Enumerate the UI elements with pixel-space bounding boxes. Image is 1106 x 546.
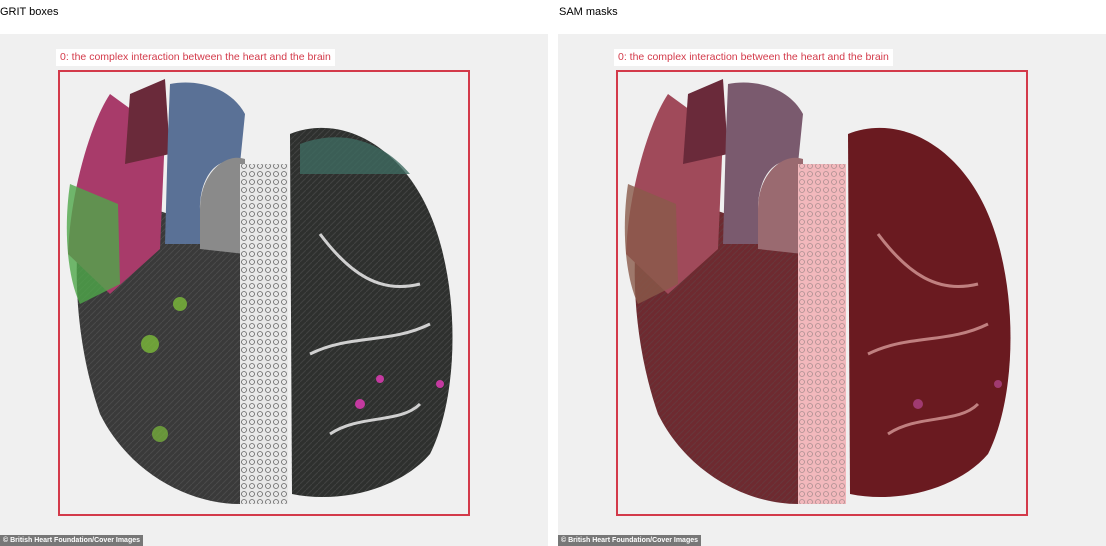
detection-box: [58, 70, 470, 516]
sam-panel-title: SAM masks: [559, 6, 618, 18]
image-credit: © British Heart Foundation/Cover Images: [0, 535, 144, 546]
detection-caption: 0: the complex interaction between the h…: [56, 49, 335, 66]
detection-caption: 0: the complex interaction between the h…: [614, 49, 893, 66]
detection-box: [616, 70, 1028, 516]
grit-panel-title: GRIT boxes: [0, 6, 59, 18]
image-credit: © British Heart Foundation/Cover Images: [558, 535, 702, 546]
grit-panel: 0: the complex interaction between the h…: [0, 34, 548, 546]
sam-panel: 0: the complex interaction between the h…: [558, 34, 1106, 546]
